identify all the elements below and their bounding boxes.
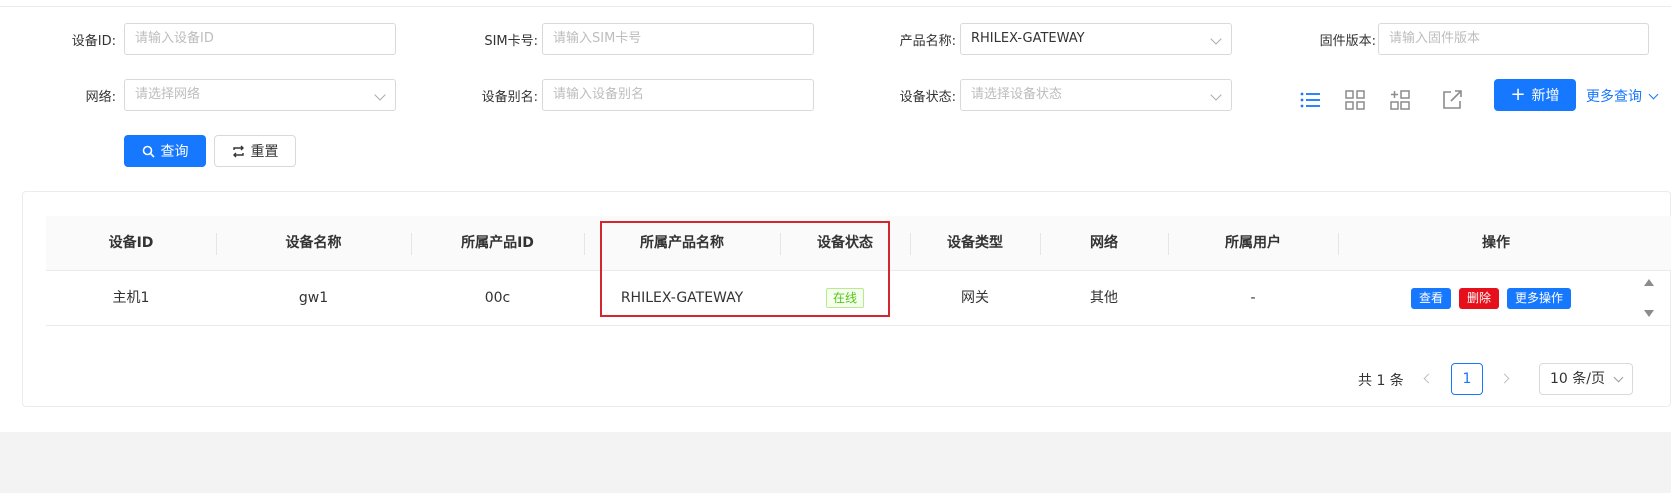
view-button[interactable]: 查看 (1411, 288, 1451, 309)
reset-button[interactable]: 重置 (214, 135, 296, 167)
chevron-down-icon (1613, 372, 1624, 383)
cell-product-id: 00c (484, 290, 511, 306)
chevron-down-icon (1649, 89, 1659, 100)
column-header-device-id[interactable]: 设备ID (46, 216, 216, 271)
product-name-value: RHILEX-GATEWAY (971, 31, 1085, 46)
pagination-total: 共 1 条 (1358, 373, 1404, 389)
more-actions-button[interactable]: 更多操作 (1507, 288, 1571, 309)
chevron-down-icon (1210, 89, 1222, 101)
status-placeholder: 请选择设备状态 (971, 87, 1063, 102)
reset-button-label: 重置 (250, 144, 279, 160)
alias-input[interactable]: 请输入设备别名 (542, 79, 814, 111)
page-size-select[interactable]: 10 条/页 (1539, 363, 1633, 395)
page-size-value: 10 条/页 (1550, 371, 1605, 387)
search-icon (142, 145, 155, 158)
add-button-label: 新增 (1531, 88, 1560, 104)
status-label: 设备状态: (899, 90, 956, 105)
add-button[interactable]: + 新增 (1494, 79, 1576, 111)
device-id-label: 设备ID: (71, 34, 116, 49)
cell-network: 其他 (1090, 290, 1118, 306)
card-add-icon[interactable] (1389, 89, 1411, 111)
column-header-device-name[interactable]: 设备名称 (216, 216, 411, 271)
grid-view-icon[interactable] (1344, 89, 1366, 111)
top-divider (0, 6, 1671, 7)
column-header-network[interactable]: 网络 (1040, 216, 1168, 271)
product-name-select[interactable]: RHILEX-GATEWAY (960, 23, 1232, 55)
chevron-down-icon (374, 89, 386, 101)
query-button[interactable]: 查询 (124, 135, 206, 167)
network-select[interactable]: 请选择网络 (124, 79, 396, 111)
firmware-label: 固件版本: (1319, 34, 1376, 49)
firmware-input[interactable]: 请输入固件版本 (1378, 23, 1649, 55)
list-view-icon[interactable] (1299, 89, 1321, 111)
network-placeholder: 请选择网络 (135, 87, 201, 102)
scroll-up-icon[interactable] (1644, 279, 1654, 286)
chevron-down-icon (1210, 33, 1222, 45)
plus-icon: + (1510, 84, 1526, 105)
device-id-input[interactable]: 请输入设备ID (124, 23, 396, 55)
column-header-product-id[interactable]: 所属产品ID (411, 216, 584, 271)
cell-device-type: 网关 (961, 290, 989, 306)
more-query-label: 更多查询 (1586, 89, 1642, 105)
reset-icon (232, 145, 244, 157)
page-number[interactable]: 1 (1451, 363, 1483, 395)
scroll-down-icon[interactable] (1644, 310, 1654, 317)
sim-label: SIM卡号: (484, 34, 538, 49)
more-query-link[interactable]: 更多查询 (1586, 86, 1659, 106)
alias-label: 设备别名: (481, 90, 538, 105)
cell-device-name: gw1 (298, 290, 329, 306)
export-icon[interactable] (1441, 89, 1463, 111)
highlight-box (600, 221, 890, 317)
cell-device-id: 主机1 (112, 290, 150, 306)
status-select[interactable]: 请选择设备状态 (960, 79, 1232, 111)
column-header-user[interactable]: 所属用户 (1168, 216, 1338, 271)
product-name-label: 产品名称: (899, 34, 956, 49)
column-header-device-type[interactable]: 设备类型 (910, 216, 1040, 271)
query-button-label: 查询 (160, 144, 189, 160)
network-label: 网络: (85, 90, 116, 105)
sim-input[interactable]: 请输入SIM卡号 (542, 23, 814, 55)
delete-button[interactable]: 删除 (1459, 288, 1499, 309)
column-header-actions: 操作 (1482, 235, 1510, 251)
cell-user: - (1250, 290, 1256, 306)
